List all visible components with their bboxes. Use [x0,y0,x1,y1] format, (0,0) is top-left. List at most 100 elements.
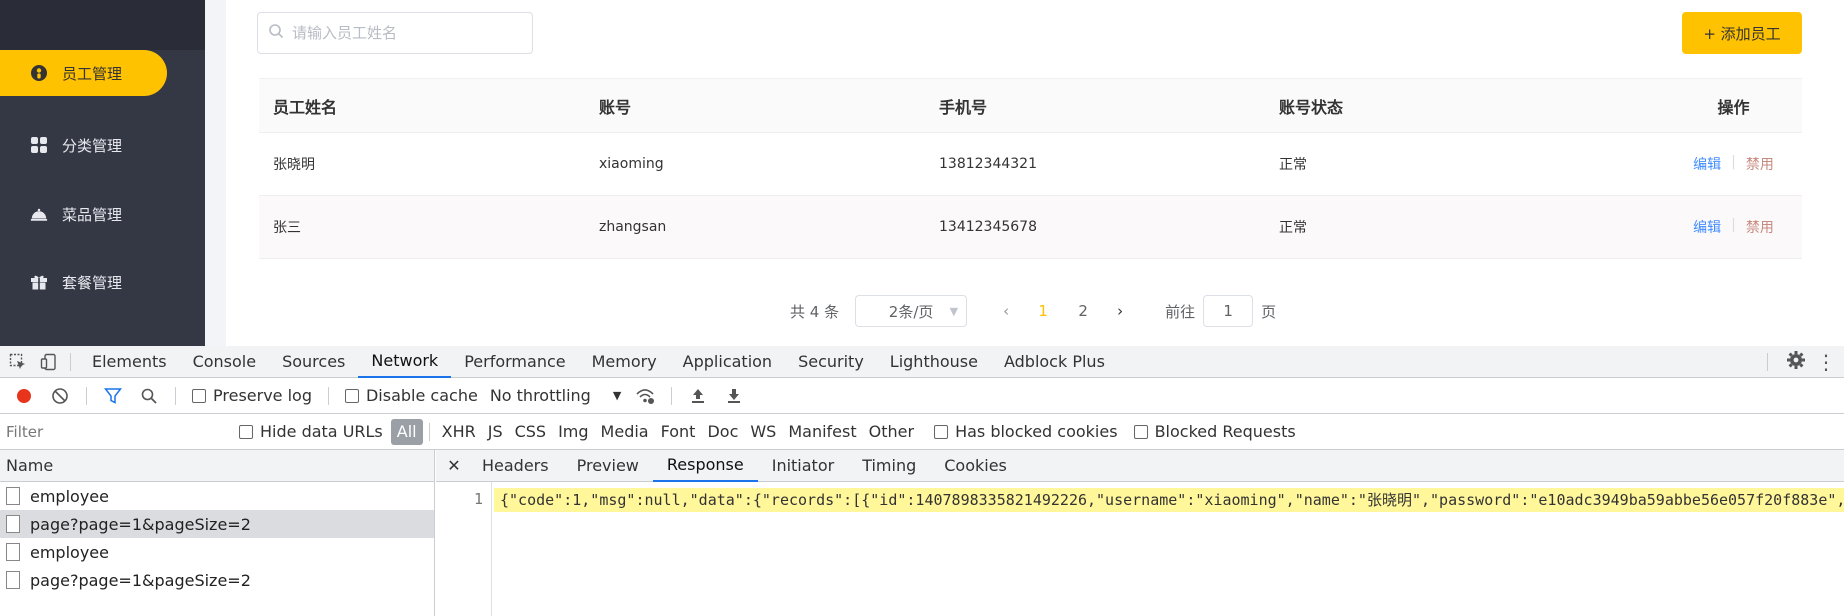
tab-response[interactable]: Response [652,450,758,482]
type-filter-all[interactable]: All [390,418,423,445]
chevron-down-icon: ▼ [612,389,622,402]
page-size-select[interactable]: 2条/页 ▼ [855,295,968,327]
request-row[interactable]: page?page=1&pageSize=2 [0,566,434,594]
document-icon [6,571,20,589]
cell-account: zhangsan [599,219,667,235]
disable-cache-checkbox[interactable]: Disable cache [344,386,478,405]
request-list: Name employee page?page=1&pageSize=2 emp… [0,450,435,616]
inspect-element-icon[interactable] [5,349,31,375]
table-header: 员工姓名 账号 手机号 账号状态 操作 [259,79,1802,133]
checkbox-box [344,388,359,403]
preserve-log-label: Preserve log [213,386,312,405]
request-row[interactable]: employee [0,482,434,510]
network-conditions-icon[interactable] [631,382,659,410]
sidebar-item-combo[interactable]: 套餐管理 [0,259,167,305]
type-filter-js[interactable]: JS [482,419,509,445]
tab-lighthouse[interactable]: Lighthouse [877,346,991,378]
type-filter-css[interactable]: CSS [509,419,552,445]
gear-icon[interactable] [1786,350,1806,374]
filter-input[interactable] [0,417,225,446]
goto-page-input[interactable] [1203,295,1254,327]
type-filter-manifest[interactable]: Manifest [782,419,862,445]
tab-elements[interactable]: Elements [79,346,180,378]
has-blocked-cookies-checkbox[interactable]: Has blocked cookies [934,422,1118,441]
employee-icon [30,64,48,82]
search-input[interactable] [292,24,522,42]
edit-link[interactable]: 编辑 [1693,217,1721,237]
checkbox-box [1133,424,1148,439]
toolbar-divider [671,386,673,405]
tab-network[interactable]: Network [358,346,452,378]
edit-link[interactable]: 编辑 [1693,154,1721,174]
add-employee-button[interactable]: + 添加员工 [1682,12,1802,54]
pagination-total: 共 4 条 [790,302,840,321]
type-filter-other[interactable]: Other [863,419,920,445]
search-box[interactable] [257,12,533,54]
goto-label: 前往 [1165,302,1196,321]
type-filter-doc[interactable]: Doc [701,419,744,445]
disable-link[interactable]: 禁用 [1746,217,1774,237]
document-icon [6,515,20,533]
cell-phone: 13812344321 [939,156,1037,172]
tab-performance[interactable]: Performance [451,346,578,378]
blocked-requests-checkbox[interactable]: Blocked Requests [1133,422,1296,441]
type-filter-font[interactable]: Font [655,419,702,445]
line-number: 1 [436,482,492,616]
tab-preview[interactable]: Preview [563,450,653,482]
cell-actions: 编辑 | 禁用 [1665,154,1802,174]
table-row: 张晓明 xiaoming 13812344321 正常 编辑 | 禁用 [259,133,1802,196]
tab-sources[interactable]: Sources [269,346,358,378]
sidebar-item-employee[interactable]: 员工管理 [0,50,167,96]
page-number-2[interactable]: 2 [1063,302,1103,320]
throttling-select[interactable]: No throttling ▼ [490,386,621,405]
record-icon[interactable] [10,382,38,410]
column-header-name: 员工姓名 [273,97,338,117]
next-page-button[interactable]: › [1103,302,1137,320]
throttling-value: No throttling [489,386,591,405]
network-filter-bar: Hide data URLs All XHR JS CSS Img Media … [0,414,1844,450]
search-icon[interactable] [135,382,163,410]
toolbar-divider [86,386,87,405]
tab-headers[interactable]: Headers [468,450,563,482]
preserve-log-checkbox[interactable]: Preserve log [192,386,312,405]
sidebar-header [0,0,205,50]
hide-data-urls-checkbox[interactable]: Hide data URLs [239,422,383,441]
filter-icon[interactable] [99,382,127,410]
network-toolbar: Preserve log Disable cache No throttling… [0,378,1844,414]
tab-cookies[interactable]: Cookies [930,450,1021,482]
sidebar: 员工管理 分类管理 菜品管理 套餐管理 [0,0,205,346]
request-name: employee [30,486,109,506]
response-viewer[interactable]: 1 {"code":1,"msg":null,"data":{"records"… [436,482,1844,616]
checkbox-box [192,388,206,403]
tab-application[interactable]: Application [670,346,785,378]
more-options-icon[interactable]: ⋮ [1816,352,1836,372]
pagination: 共 4 条 2条/页 ▼ ‹ 1 2 › 前往 页 [790,294,1276,328]
cell-status: 正常 [1279,220,1307,236]
tab-memory[interactable]: Memory [579,346,670,378]
sidebar-item-dish[interactable]: 菜品管理 [0,191,167,237]
toolbar-divider [70,352,71,371]
prev-page-button[interactable]: ‹ [989,302,1023,320]
device-toggle-icon[interactable] [36,349,62,375]
tab-timing[interactable]: Timing [848,450,930,482]
disable-link[interactable]: 禁用 [1746,154,1774,174]
tab-initiator[interactable]: Initiator [758,450,848,482]
tab-console[interactable]: Console [180,346,270,378]
clear-icon[interactable] [46,382,74,410]
type-filter-img[interactable]: Img [552,419,594,445]
request-row[interactable]: page?page=1&pageSize=2 [0,510,434,538]
import-har-icon[interactable] [684,382,712,410]
type-filter-ws[interactable]: WS [744,419,782,445]
request-list-header: Name [0,450,434,482]
tab-adblock-plus[interactable]: Adblock Plus [991,346,1118,378]
sidebar-item-category[interactable]: 分类管理 [0,122,167,168]
type-filter-xhr[interactable]: XHR [436,419,482,445]
request-row[interactable]: employee [0,538,434,566]
page-number-1[interactable]: 1 [1023,302,1063,320]
tab-security[interactable]: Security [785,346,877,378]
close-icon[interactable]: ✕ [440,456,468,475]
checkbox-box [934,424,949,439]
type-filter-media[interactable]: Media [595,419,655,445]
export-har-icon[interactable] [720,382,748,410]
sidebar-item-label: 套餐管理 [62,273,123,292]
